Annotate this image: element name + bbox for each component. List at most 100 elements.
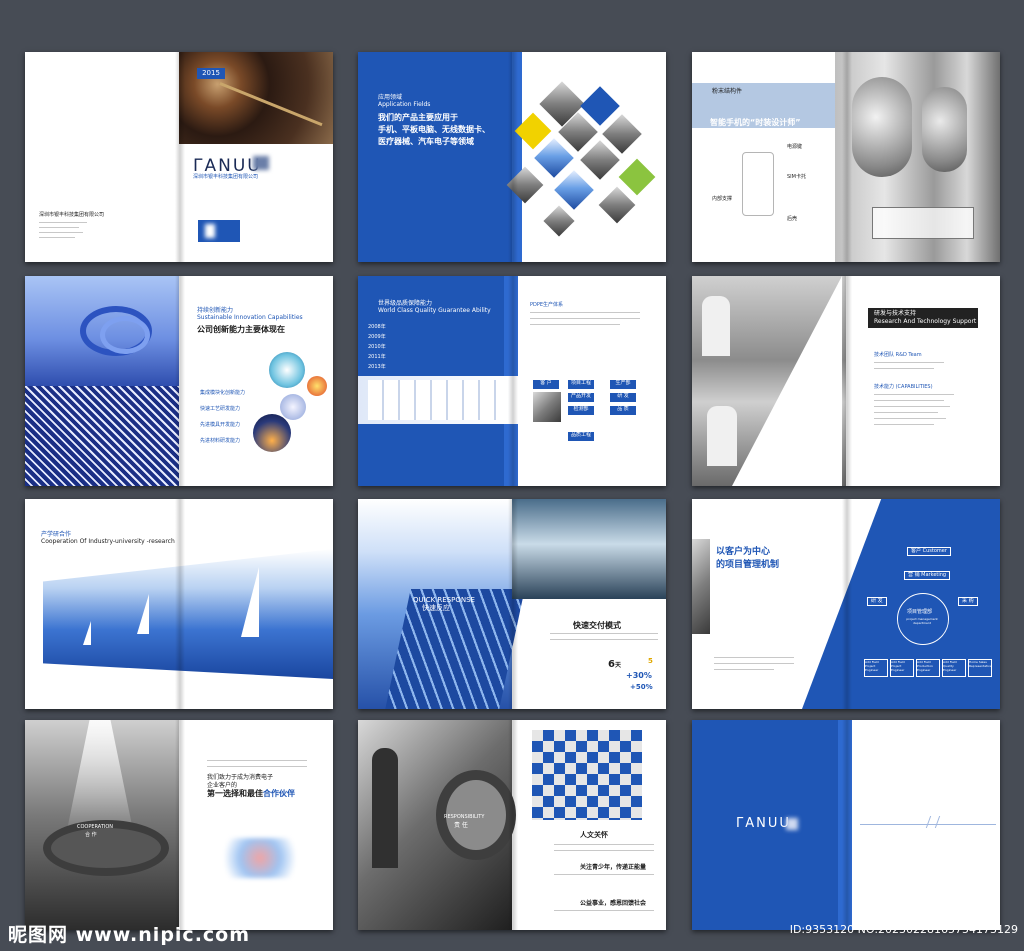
- label-en: Research And Technology Support: [874, 318, 977, 325]
- flow-node: 品质工程: [568, 432, 594, 441]
- text-line: [874, 418, 946, 419]
- headline-2: 的项目管理机制: [716, 560, 780, 570]
- text-line: [874, 394, 954, 395]
- headline-1: 我们的产品主要应用于: [378, 113, 458, 122]
- headline-a: 第一选择和最佳: [207, 789, 263, 798]
- text-line: [39, 222, 87, 223]
- sail-icon: [241, 567, 259, 637]
- text-line: [207, 760, 307, 761]
- headline-3: 医疗器械、汽车电子等领域: [378, 137, 474, 146]
- text-line: [39, 232, 83, 233]
- photo-cn: 快速反应: [422, 604, 450, 612]
- circle-photo: [269, 352, 305, 388]
- label-en: Cooperation Of Industry-university -rese…: [41, 538, 175, 545]
- ring-icon: [100, 316, 150, 354]
- spread-back-cover: ΓANUU: [692, 720, 1000, 930]
- headline: 公司创新能力主要体现在: [197, 325, 285, 334]
- spread-research: 研发与技术支持 Research And Technology Support …: [692, 276, 1000, 486]
- flow-node: 客 户: [533, 380, 559, 389]
- photo-en: RESPONSIBILITY: [444, 814, 485, 820]
- text-line: [554, 850, 654, 851]
- colored-blob: [225, 838, 295, 878]
- spread-quality: 世界级品质保障能力 World Class Quality Guarantee …: [358, 276, 666, 486]
- label-cn: 产学研合作: [41, 531, 72, 538]
- pulse-peak: [925, 816, 941, 828]
- handshake-photo: [533, 392, 561, 422]
- label-en: Sustainable Innovation Capabilities: [197, 314, 303, 321]
- maze-floor: [25, 386, 179, 486]
- mid-node: 营 销 Marketing: [904, 571, 951, 580]
- photo-mosaic: [506, 81, 658, 242]
- machine-drum: [922, 87, 967, 172]
- side-right-node: 采 购: [958, 597, 978, 606]
- text-line: [39, 237, 75, 238]
- text-line: [530, 318, 640, 319]
- top-node: 客户 Customer: [907, 547, 951, 556]
- text-line: [550, 639, 658, 640]
- photo-cn: 责 任: [454, 822, 468, 829]
- timeline-5: 2013年: [368, 364, 386, 370]
- label-en: World Class Quality Guarantee Ability: [378, 307, 491, 314]
- spread-partner: COOPERATION 合 作 我们致力于成为消费电子 企业客户的 第一选择和最…: [25, 720, 333, 930]
- blue-page: [358, 52, 512, 262]
- section-2: 技术能力 (CAPABILITIES): [874, 384, 933, 390]
- flow-node: 产品开发: [568, 393, 594, 402]
- headline-2: 手机、平板电脑、无线数据卡、: [378, 125, 490, 134]
- stat-days-unit: 天: [614, 662, 621, 669]
- text-line: [207, 766, 307, 767]
- headline: 第一选择和最佳合作伙伴: [207, 788, 295, 799]
- blue-band: [838, 720, 852, 930]
- text-line: [874, 400, 944, 401]
- scientist-figure: [707, 406, 737, 466]
- callout-4: 后壳: [787, 216, 798, 222]
- spread-application-fields: 应用领域 Application Fields 我们的产品主要应用于 手机、平板…: [358, 52, 666, 262]
- circle-photo: [253, 414, 291, 452]
- train-photo: [512, 499, 666, 599]
- bullet-1: 集成模块化创新能力: [200, 390, 246, 396]
- worker-figure: [372, 748, 398, 868]
- spec-table: [872, 207, 974, 239]
- flow-node: 生产部: [610, 380, 636, 389]
- headline-1: 以客户为中心: [716, 547, 771, 557]
- year-text: 2015: [202, 69, 220, 77]
- stat-up-1: +30%: [626, 671, 652, 680]
- white-diagonal: [732, 276, 842, 486]
- section-label: 粉末结构件: [712, 88, 743, 95]
- text-line: [874, 412, 938, 413]
- spread-cooperation: 产学研合作 Cooperation Of Industry-university…: [25, 499, 333, 709]
- youth-title: 关注青少年，传递正能量: [580, 864, 647, 871]
- phone-outline: [742, 152, 774, 216]
- flow-node: 品 质: [610, 406, 636, 415]
- text-line: [874, 406, 950, 407]
- care-title: 人文关怀: [580, 831, 608, 839]
- sailing-panorama: [43, 549, 333, 679]
- bottom-node: Add Field Project Engineer: [890, 659, 914, 677]
- stat-up-2: +50%: [630, 683, 653, 691]
- flow-node: 检测部: [568, 406, 594, 415]
- flow-node: 研 发: [610, 393, 636, 402]
- label-cn: 研发与技术支持: [874, 310, 917, 317]
- logo-mark-blur: [205, 224, 215, 238]
- nipic-watermark: 昵图网 www.nipic.com: [8, 924, 251, 946]
- circle-photo: [307, 376, 327, 396]
- brand-logo: ΓANUU: [193, 156, 262, 176]
- text-line: [530, 312, 640, 313]
- center-en: project management department: [906, 617, 938, 625]
- bottom-node: Add Field Quality Engineer: [942, 659, 966, 677]
- center-cn: 项目管理部: [907, 609, 933, 615]
- headline: 快速交付模式: [573, 621, 621, 630]
- text-line: [714, 657, 794, 658]
- logo-blur: [786, 818, 798, 830]
- text-line: [39, 227, 79, 228]
- spread-quick-response: QUICK RESPONSE 快速反应 快速交付模式 6天 5 +30% +50…: [358, 499, 666, 709]
- headline-b: 合作伙伴: [263, 789, 295, 798]
- bullet-4: 先进材料研发能力: [200, 438, 241, 444]
- checker-grid: [532, 730, 642, 820]
- text-line: [714, 663, 794, 664]
- text-line: [554, 910, 654, 911]
- spread-cover: 2015 ΓANUU 深圳市银丰科技集团有限公司 深圳市银丰科技集团有限公司: [25, 52, 333, 262]
- timeline-1: 2008年: [368, 324, 386, 330]
- photo-en: QUICK RESPONSE: [413, 596, 475, 604]
- sail-icon: [137, 594, 149, 634]
- text-line: [554, 844, 654, 845]
